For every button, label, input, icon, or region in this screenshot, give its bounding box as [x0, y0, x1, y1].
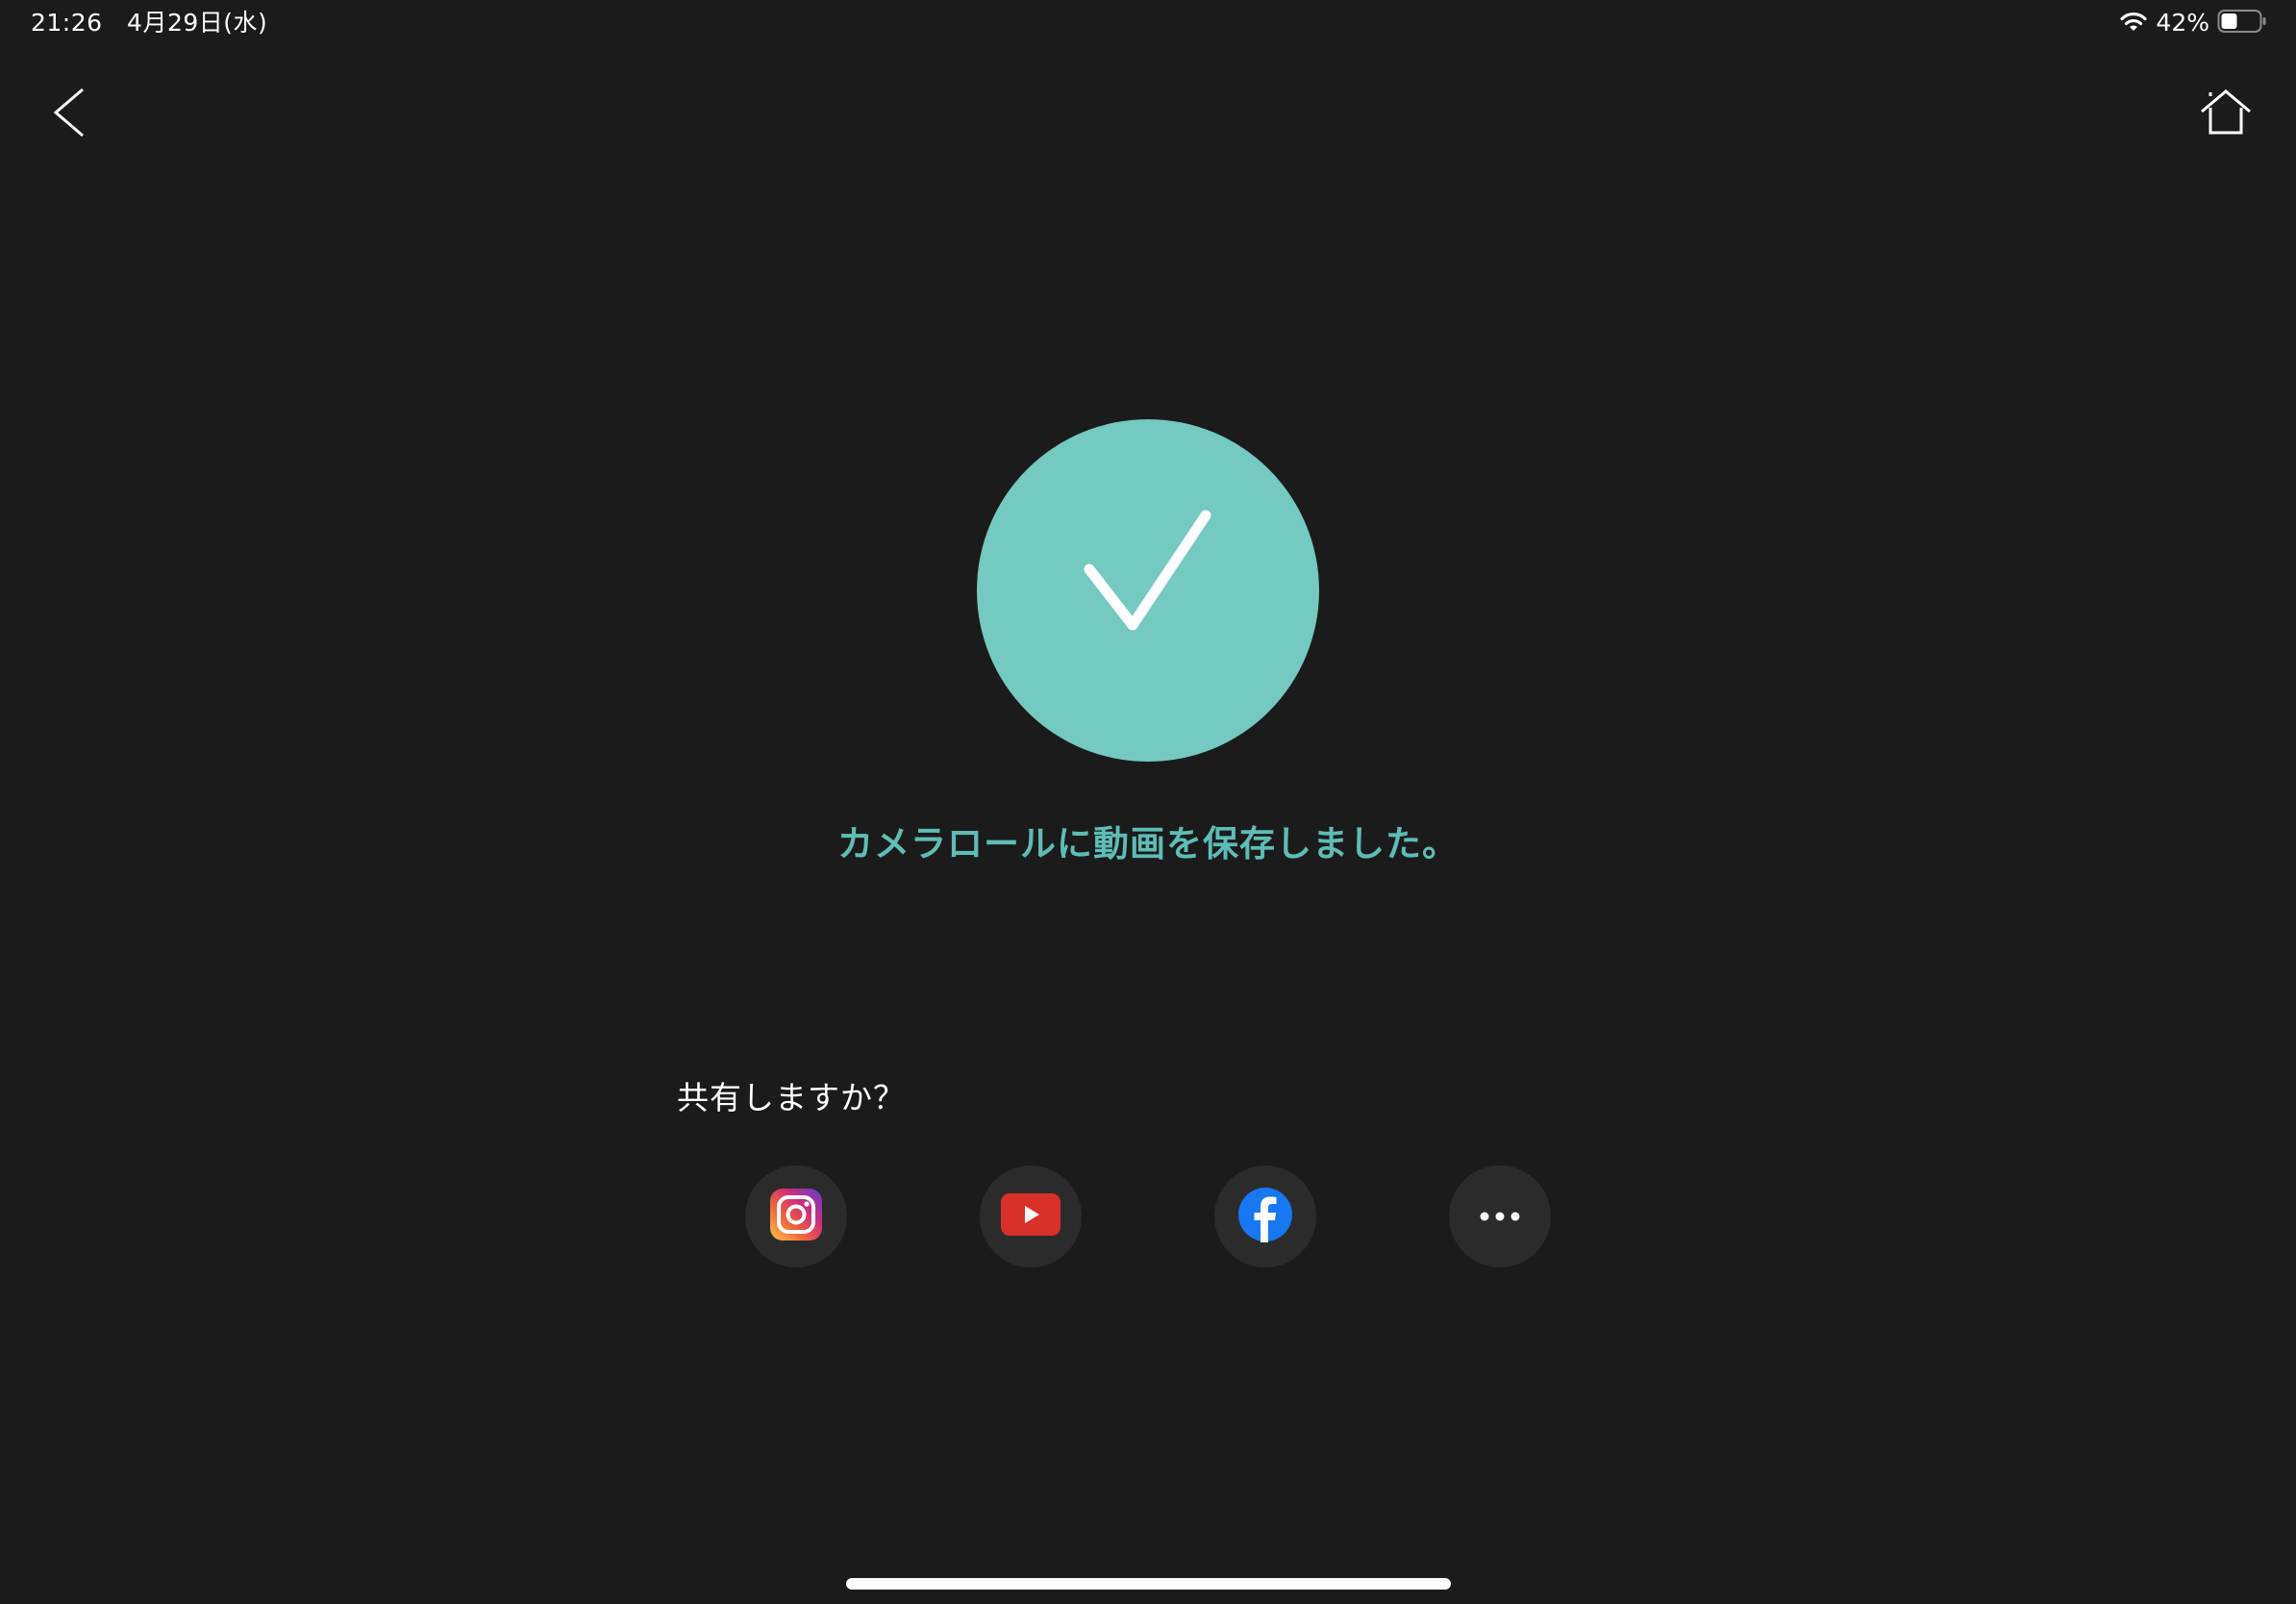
share-youtube-button[interactable] — [980, 1165, 1082, 1267]
share-facebook-button[interactable] — [1214, 1165, 1316, 1267]
share-instagram-button[interactable] — [745, 1165, 847, 1267]
chevron-left-icon — [50, 86, 88, 143]
home-indicator[interactable] — [846, 1578, 1451, 1590]
status-indicators: 42% — [2119, 6, 2267, 40]
wifi-icon — [2119, 10, 2148, 37]
battery-percent: 42% — [2156, 9, 2209, 37]
status-time: 21:26 4月29日(水) — [31, 9, 268, 37]
youtube-icon — [1001, 1193, 1061, 1240]
instagram-icon — [769, 1188, 823, 1245]
home-button[interactable] — [2192, 81, 2259, 148]
success-message: カメラロールに動画を保存しました。 — [837, 823, 1459, 865]
screen: 21:26 4月29日(水) 42% カメラロールに動画を保存しました。 共有し… — [0, 0, 2296, 1604]
share-buttons — [745, 1165, 1551, 1267]
share-more-button[interactable] — [1449, 1165, 1551, 1267]
facebook-icon — [1237, 1187, 1293, 1246]
battery-icon — [2217, 9, 2267, 38]
success-circle — [977, 419, 1319, 762]
share-prompt: 共有しますか？ — [677, 1079, 906, 1116]
more-icon — [1479, 1208, 1521, 1226]
home-icon — [2199, 88, 2253, 140]
back-button[interactable] — [42, 81, 96, 148]
checkmark-icon — [1052, 492, 1244, 689]
